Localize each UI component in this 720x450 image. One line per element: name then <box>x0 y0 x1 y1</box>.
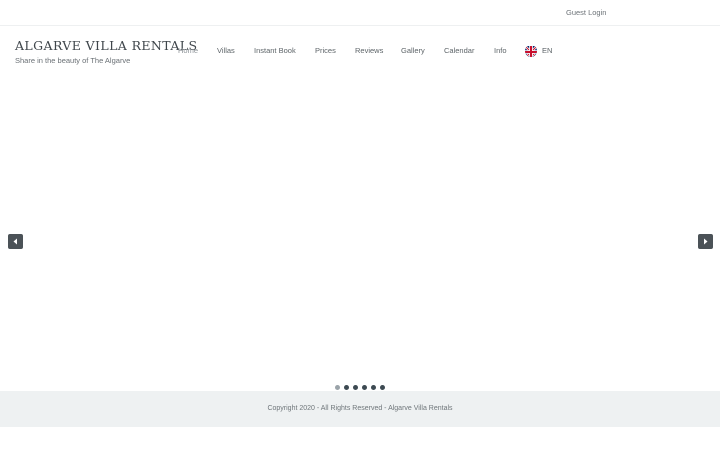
slider-dot[interactable] <box>344 385 349 390</box>
slider-dot[interactable] <box>353 385 358 390</box>
slider-prev-button[interactable] <box>8 234 23 249</box>
caret-right-icon <box>704 238 708 245</box>
brand[interactable]: ALGARVE VILLA RENTALS Share in the beaut… <box>15 38 197 65</box>
caret-left-icon <box>13 238 17 245</box>
slider-next-button[interactable] <box>698 234 713 249</box>
top-bar: Guest Login <box>0 0 720 26</box>
slider-dot[interactable] <box>371 385 376 390</box>
nav-item-home[interactable]: Home <box>178 46 198 55</box>
nav-item-instant-book[interactable]: Instant Book <box>254 46 296 55</box>
nav-item-reviews[interactable]: Reviews <box>355 46 383 55</box>
uk-flag-icon <box>525 44 537 57</box>
slider-dot[interactable] <box>380 385 385 390</box>
site-title[interactable]: ALGARVE VILLA RENTALS <box>15 38 197 53</box>
nav-item-info[interactable]: Info <box>494 46 507 55</box>
nav-item-prices[interactable]: Prices <box>315 46 336 55</box>
site-tagline: Share in the beauty of The Algarve <box>15 56 131 65</box>
site-header: ALGARVE VILLA RENTALS Share in the beaut… <box>0 26 720 76</box>
slider-dots <box>335 385 385 390</box>
site-footer: Copyright 2020 - All Rights Reserved - A… <box>0 391 720 427</box>
hero-slider <box>0 76 720 391</box>
language-selector[interactable]: EN <box>525 44 552 57</box>
nav-item-calendar[interactable]: Calendar <box>444 46 474 55</box>
slider-dot[interactable] <box>335 385 340 390</box>
copyright-text: Copyright 2020 - All Rights Reserved - A… <box>267 405 453 412</box>
nav-item-gallery[interactable]: Gallery <box>401 46 425 55</box>
language-code: EN <box>542 46 553 55</box>
nav-item-villas[interactable]: Villas <box>217 46 235 55</box>
guest-login-link[interactable]: Guest Login <box>566 8 606 17</box>
slider-dot[interactable] <box>362 385 367 390</box>
